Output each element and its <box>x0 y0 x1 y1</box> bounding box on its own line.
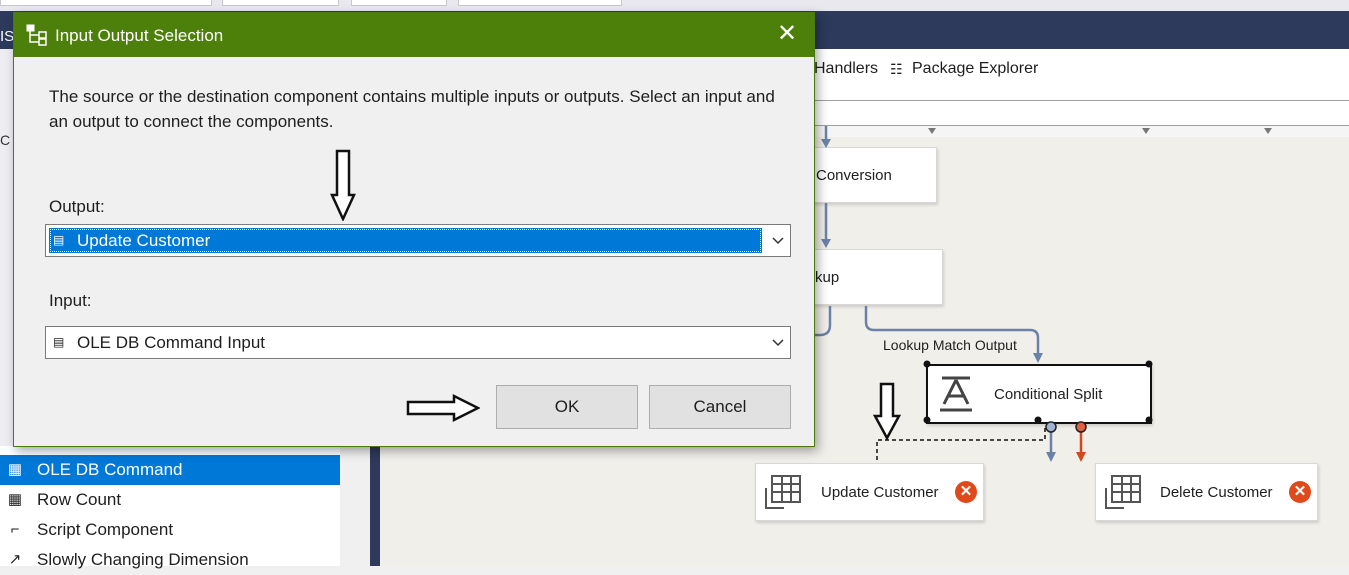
node-delete-customer[interactable]: Delete Customer ✕ <box>1095 463 1318 521</box>
tab-stub[interactable] <box>0 0 212 6</box>
toolbox-item-script-component[interactable]: ⌐ Script Component <box>0 515 340 545</box>
node-label: Delete Customer <box>1160 483 1273 501</box>
error-icon: ✕ <box>1289 481 1311 503</box>
close-icon[interactable]: ✕ <box>774 21 800 47</box>
annotation-arrow-down-icon <box>330 149 356 221</box>
tab-stub[interactable] <box>222 0 339 6</box>
top-tab-strip <box>0 0 1349 11</box>
input-select-value: ▤ OLE DB Command Input <box>49 330 762 355</box>
output-select-text: Update Customer <box>77 231 211 250</box>
input-select-text: OLE DB Command Input <box>77 333 266 352</box>
chevron-down-icon[interactable] <box>772 234 784 246</box>
output-select-value: ▤ Update Customer <box>49 228 762 253</box>
input-label: Input: <box>49 291 92 310</box>
node-lookup[interactable]: kup <box>806 249 943 305</box>
script-component-icon: ⌐ <box>10 521 20 538</box>
designer-tabs: Handlers ☷ Package Explorer <box>814 49 1349 100</box>
toolbox-item-label: Slowly Changing Dimension <box>37 550 249 569</box>
error-icon: ✕ <box>955 481 977 503</box>
ssis-toolbox-list: ▦ OLE DB Command ▦ Row Count ⌐ Script Co… <box>0 446 340 569</box>
package-explorer-icon: ☷ <box>890 61 903 77</box>
toolbox-item-label: OLE DB Command <box>37 460 183 479</box>
tab-stub[interactable] <box>458 0 622 6</box>
node-label: Conditional Split <box>994 385 1103 403</box>
panel-splitter[interactable] <box>370 446 380 566</box>
toolbox-item-ole-db-command[interactable]: ▦ OLE DB Command <box>0 455 340 485</box>
dialog-title: Input Output Selection <box>55 26 224 45</box>
chevron-down-icon[interactable] <box>1142 128 1150 134</box>
dialog-message: The source or the destination component … <box>49 87 775 131</box>
ole-db-command-icon <box>765 475 801 509</box>
output-icon: ▤ <box>53 233 65 247</box>
toolbox-item-label: Script Component <box>37 520 174 539</box>
node-data-conversion[interactable]: Conversion <box>806 147 937 203</box>
toolbox-letter: C <box>0 132 11 148</box>
hierarchy-icon <box>26 24 47 46</box>
toolbox-item-slowly-changing-dimension[interactable]: ↗ Slowly Changing Dimension <box>0 545 340 575</box>
cancel-button[interactable]: Cancel <box>649 385 791 429</box>
ole-db-command-icon: ▦ <box>7 461 23 478</box>
toolbox-scrollbar[interactable] <box>340 446 370 566</box>
toolbox-item-label: Row Count <box>37 490 122 509</box>
annotation-arrow-right-icon <box>406 393 480 423</box>
output-select[interactable]: ▤ Update Customer <box>45 224 791 257</box>
tab-event-handlers[interactable]: Handlers <box>814 60 878 78</box>
path-label-lookup-match-output: Lookup Match Output <box>883 337 1017 353</box>
node-label: Update Customer <box>821 483 939 501</box>
node-update-customer[interactable]: Update Customer ✕ <box>755 463 984 521</box>
scd-icon: ↗ <box>8 551 22 568</box>
ole-db-command-icon <box>1105 475 1141 509</box>
input-icon: ▤ <box>53 335 65 349</box>
dialog-title-bar[interactable]: Input Output Selection ✕ <box>14 13 814 57</box>
node-conditional-split[interactable]: Conditional Split <box>926 364 1152 424</box>
conditional-split-icon <box>940 376 972 412</box>
output-label: Output: <box>49 197 105 216</box>
input-output-selection-dialog: Input Output Selection ✕ The source or t… <box>13 12 815 447</box>
ok-button[interactable]: OK <box>496 385 638 429</box>
designer-toolbar <box>814 101 1349 125</box>
input-select[interactable]: ▤ OLE DB Command Input <box>45 326 791 359</box>
chevron-down-icon[interactable] <box>772 336 784 348</box>
canvas-scroll-indicators <box>814 126 1349 137</box>
toolbox-item-row-count[interactable]: ▦ Row Count <box>0 485 340 515</box>
node-label: Conversion <box>816 166 892 184</box>
tab-package-explorer[interactable]: Package Explorer <box>912 60 1038 78</box>
chevron-down-icon[interactable] <box>928 128 936 134</box>
chevron-down-icon[interactable] <box>1264 128 1272 134</box>
row-count-icon: ▦ <box>7 491 23 508</box>
node-label: kup <box>815 268 840 286</box>
tab-stub[interactable] <box>351 0 447 6</box>
